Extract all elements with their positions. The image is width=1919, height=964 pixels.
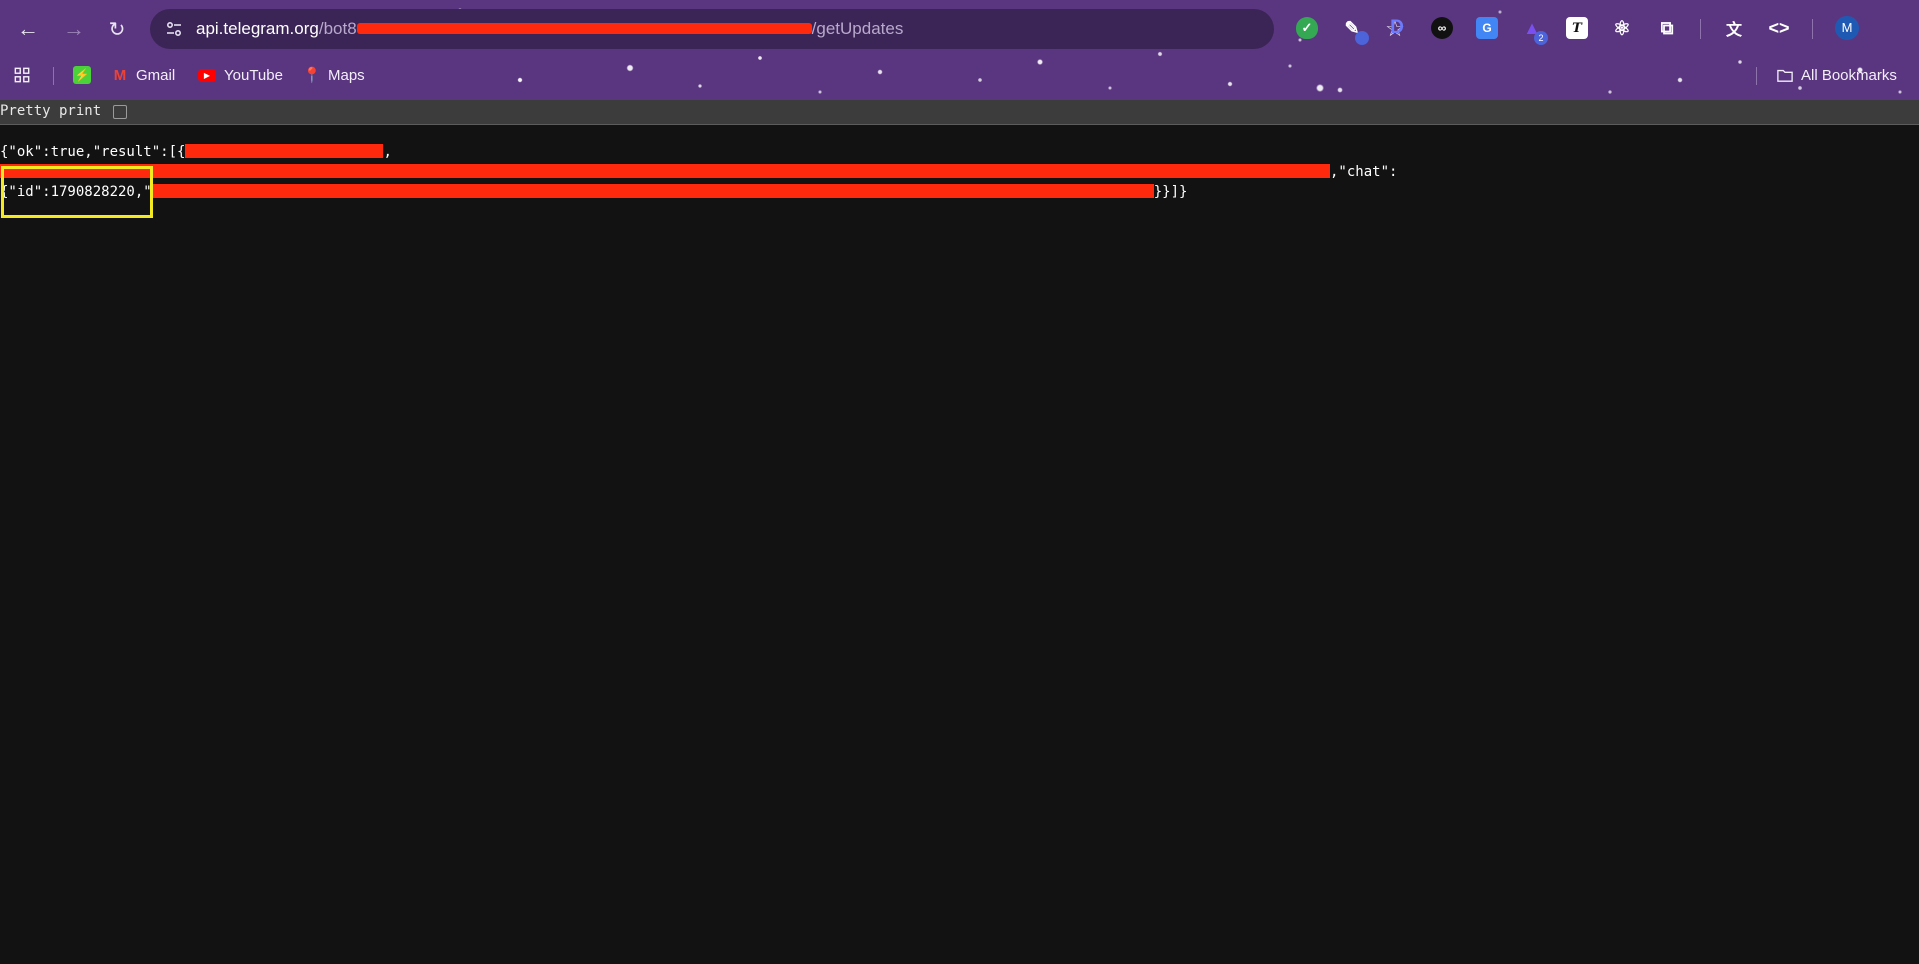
json-line-2: ,"chat":	[0, 162, 1397, 182]
app-shortcut-icon: ⚡	[73, 66, 91, 84]
address-bar[interactable]: api.telegram.org/bot8/getUpdates ☆	[150, 9, 1405, 49]
pretty-print-checkbox[interactable]	[113, 105, 127, 119]
text-extension-icon[interactable]: T	[1566, 17, 1588, 39]
extensions-puzzle-icon[interactable]: ⧉	[1656, 17, 1678, 39]
youtube-icon: ▶	[198, 68, 216, 82]
json-line-3: {"id":1790828220,"}}]}	[0, 182, 1397, 202]
bookmark-maps-label: Maps	[328, 66, 365, 84]
url-path-end: /getUpdates	[811, 19, 904, 38]
toolbar-separator	[1700, 19, 1701, 39]
toolbar-separator-2	[1812, 19, 1813, 39]
site-settings-icon[interactable]	[164, 19, 184, 39]
devtools-code-icon[interactable]: <>	[1768, 17, 1790, 39]
pretty-print-bar: Pretty print	[0, 100, 1919, 125]
back-button[interactable]: ←	[12, 13, 44, 45]
redaction-block	[151, 183, 1154, 198]
arrow-right-icon: →	[63, 16, 85, 41]
bookmark-youtube[interactable]: ▶ YouTube	[198, 64, 283, 86]
pretty-print-label: Pretty print	[0, 103, 102, 119]
all-bookmarks-label: All Bookmarks	[1801, 66, 1897, 84]
apps-grid-icon	[14, 67, 30, 83]
json-line1-tail: ,	[383, 144, 392, 160]
d-extension-icon[interactable]: D	[1386, 17, 1408, 39]
bookmark-maps[interactable]: 📍 Maps	[302, 64, 365, 86]
json-line2-suffix: ,"chat":	[1330, 164, 1398, 180]
bookmarks-bar: ⚡ M Gmail ▶ YouTube 📍 Maps All Bookmarks	[0, 60, 1919, 90]
bookmark-app-shortcut[interactable]: ⚡	[73, 64, 91, 86]
json-line3-suffix: }}]}	[1153, 184, 1188, 200]
bookmark-gmail[interactable]: M Gmail	[112, 64, 175, 86]
json-response: {"ok":true,"result":[{, ,"chat": {"id":1…	[0, 142, 1397, 202]
json-line1-prefix: {"ok":true,"result":[{	[0, 144, 186, 160]
url-path-start: /bot8	[318, 19, 357, 38]
forward-button[interactable]: →	[58, 13, 90, 45]
redaction-block	[185, 143, 384, 158]
gmail-icon: M	[113, 66, 127, 84]
bookmark-gmail-label: Gmail	[136, 66, 176, 84]
json-line-1: {"ok":true,"result":[{,	[0, 142, 1397, 162]
profile-avatar[interactable]: M	[1835, 16, 1859, 40]
shield-extension-icon[interactable]: ✓	[1296, 17, 1318, 39]
arrow-left-icon: ←	[17, 16, 39, 41]
reload-icon: ↻	[108, 18, 126, 41]
bookmarks-separator-right	[1756, 67, 1757, 85]
bookmark-youtube-label: YouTube	[224, 66, 283, 84]
redaction-block	[0, 163, 1330, 178]
translate-page-icon[interactable]: 文	[1723, 17, 1745, 39]
url-redaction	[356, 23, 812, 35]
translate-extension-icon[interactable]: G	[1476, 17, 1498, 39]
bookmarks-separator	[53, 67, 54, 85]
all-bookmarks-button[interactable]: All Bookmarks	[1777, 64, 1897, 86]
mask-extension-icon[interactable]: ∞	[1431, 17, 1453, 39]
url-host: api.telegram.org	[196, 19, 319, 38]
reload-button[interactable]: ↻	[101, 13, 133, 45]
react-extension-icon[interactable]: ⚛	[1611, 17, 1633, 40]
url-text[interactable]: api.telegram.org/bot8/getUpdates	[196, 19, 903, 39]
browser-toolbar: ← → ↻ api.telegram.org/bot8/getUpdates ☆…	[0, 0, 1919, 100]
picker-extension-badge	[1355, 31, 1369, 45]
maps-pin-icon: 📍	[302, 67, 322, 84]
folder-icon	[1777, 67, 1793, 83]
academic-extension-badge: 2	[1534, 31, 1548, 45]
highlight-annotation-box	[1, 166, 153, 218]
apps-grid-button[interactable]	[14, 64, 30, 86]
